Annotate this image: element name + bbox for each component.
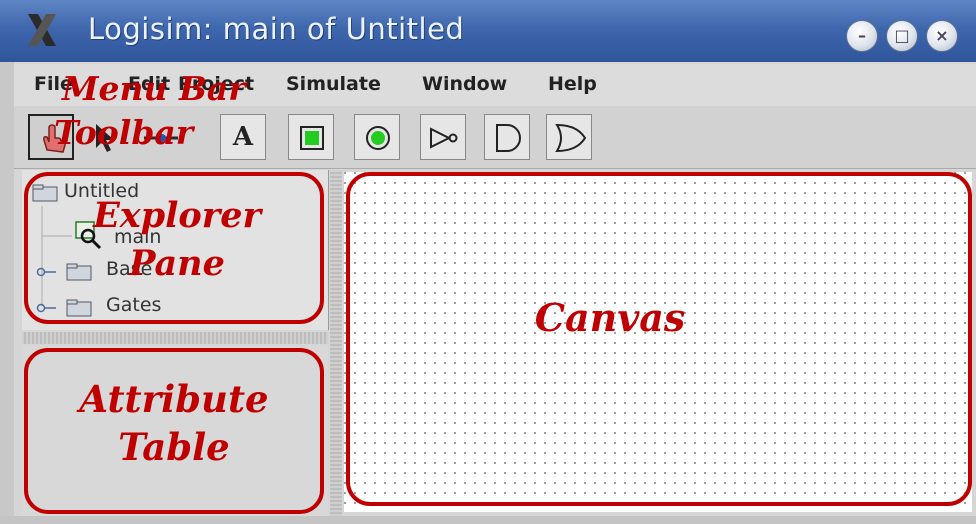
or-gate-icon — [555, 123, 587, 153]
canvas-annotation: Canvas — [534, 295, 686, 340]
menu-help[interactable]: Help — [548, 73, 597, 95]
and-gate-button[interactable] — [484, 114, 530, 160]
explorer-annotation: Explorer — [93, 195, 261, 236]
pane-splitter-horizontal[interactable] — [22, 332, 328, 344]
pane-splitter-vertical[interactable] — [330, 170, 342, 520]
minimize-icon: – — [858, 26, 866, 45]
close-button[interactable]: × — [926, 20, 958, 52]
table-annotation: Table — [118, 425, 230, 469]
minimize-button[interactable]: – — [846, 20, 878, 52]
window-left-border — [0, 62, 14, 524]
output-pin-button[interactable] — [354, 114, 400, 160]
maximize-button[interactable]: □ — [886, 20, 918, 52]
pane-annotation: Pane — [129, 243, 225, 284]
input-pin-button[interactable] — [288, 114, 334, 160]
logisim-window: Logisim: main of Untitled – □ × File Edi… — [0, 0, 976, 524]
menu-simulate[interactable]: Simulate — [286, 73, 381, 95]
output-pin-icon — [366, 126, 390, 150]
window-bottom-border — [0, 516, 976, 524]
input-pin-icon — [300, 126, 324, 150]
menu-window[interactable]: Window — [422, 73, 507, 95]
not-gate-button[interactable] — [420, 114, 466, 160]
x-logo-icon — [28, 14, 56, 46]
not-gate-icon — [430, 127, 458, 149]
toolbar-annotation: Toolbar — [54, 113, 194, 152]
text-tool-button[interactable]: A — [220, 114, 266, 160]
menu-bar-annotation: Menu Bar — [62, 69, 246, 108]
window-title: Logisim: main of Untitled — [88, 12, 465, 46]
text-tool-icon: A — [232, 122, 254, 152]
or-gate-button[interactable] — [546, 114, 592, 160]
attribute-annotation: Attribute — [79, 377, 269, 421]
close-icon: × — [935, 26, 949, 45]
and-gate-icon — [496, 124, 521, 152]
title-bar[interactable]: Logisim: main of Untitled – □ × — [0, 0, 976, 62]
maximize-icon: □ — [894, 26, 910, 45]
